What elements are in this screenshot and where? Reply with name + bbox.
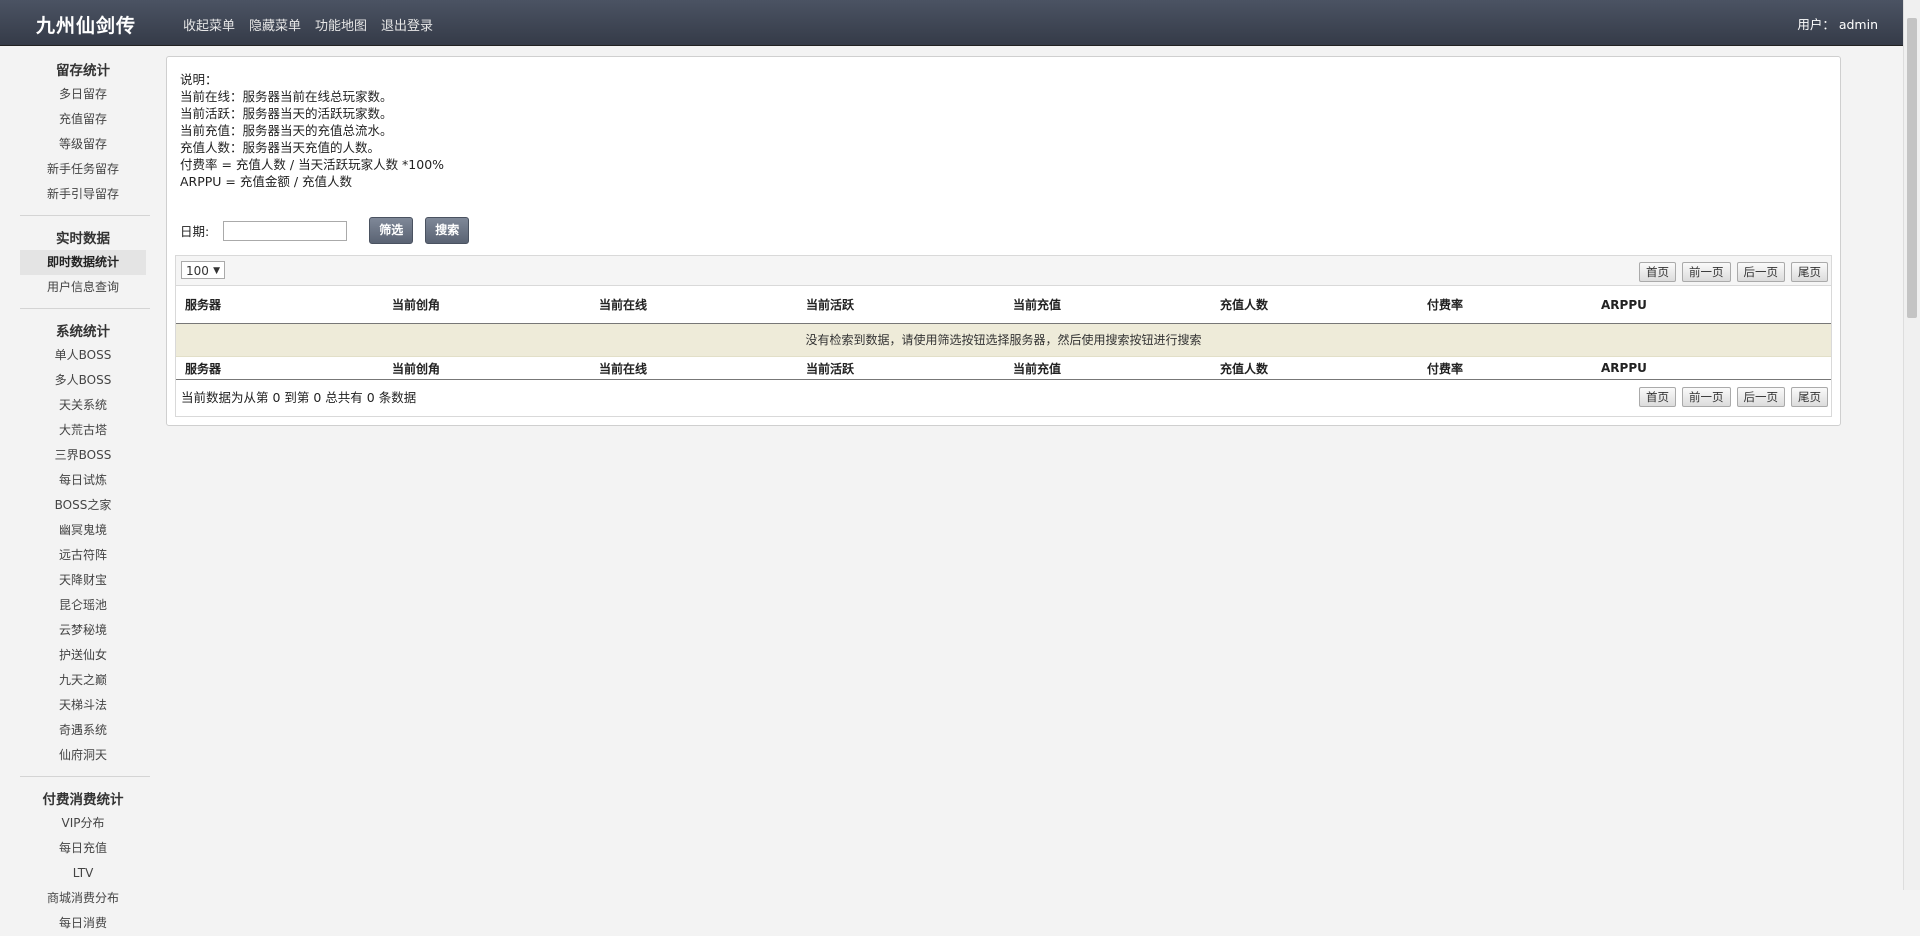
- sidebar-item[interactable]: 单人BOSS: [20, 343, 146, 368]
- prev-page-button[interactable]: 前一页: [1682, 262, 1731, 282]
- date-label: 日期:: [180, 224, 210, 239]
- top-nav: 收起菜单 隐藏菜单 功能地图 退出登录: [183, 15, 433, 34]
- sidebar-group-title[interactable]: 留存统计: [0, 60, 166, 82]
- table-info-bar: 当前数据为从第 0 到第 0 总共有 0 条数据 首页 前一页 后一页 尾页: [176, 380, 1831, 412]
- sidebar-item[interactable]: 天降财宝: [20, 568, 146, 593]
- sidebar-item[interactable]: 每日消费: [20, 911, 146, 936]
- table-header: 服务器 当前创角 当前在线 当前活跃 当前充值 充值人数 付费率 ARPPU: [176, 286, 1831, 324]
- nav-hide-menu[interactable]: 隐藏菜单: [249, 15, 301, 34]
- last-page-button[interactable]: 尾页: [1791, 262, 1828, 282]
- sidebar-item[interactable]: 新手任务留存: [20, 157, 146, 182]
- sidebar-item[interactable]: 护送仙女: [20, 643, 146, 668]
- column-header[interactable]: 当前在线: [590, 296, 797, 313]
- sidebar-item[interactable]: 三界BOSS: [20, 443, 146, 468]
- next-page-button[interactable]: 后一页: [1736, 262, 1785, 282]
- main-panel: 说明： 当前在线：服务器当前在线总玩家数。 当前活跃：服务器当天的活跃玩家数。 …: [166, 56, 1841, 426]
- table-toolbar-top: 100 ▼ 首页 前一页 后一页 尾页: [176, 256, 1831, 286]
- record-count-info: 当前数据为从第 0 到第 0 总共有 0 条数据: [181, 390, 417, 405]
- column-footer: 充值人数: [1220, 361, 1269, 376]
- pager-top: 首页 前一页 后一页 尾页: [1639, 262, 1828, 282]
- sidebar-item[interactable]: 每日试炼: [20, 468, 146, 493]
- sidebar-group-title[interactable]: 实时数据: [0, 228, 166, 250]
- description-line: 当前活跃：服务器当天的活跃玩家数。: [180, 106, 393, 121]
- sidebar-item[interactable]: 每日充值: [20, 836, 146, 861]
- top-bar: 九州仙剑传 收起菜单 隐藏菜单 功能地图 退出登录 用户： admin: [0, 0, 1904, 46]
- page-size-value: 100: [186, 264, 209, 278]
- sidebar-divider: [20, 776, 150, 777]
- filter-bar: 日期: 筛选 搜索: [180, 217, 470, 244]
- sidebar-item-active[interactable]: 即时数据统计: [20, 250, 146, 275]
- column-footer: 当前充值: [1013, 361, 1062, 376]
- nav-logout[interactable]: 退出登录: [381, 15, 433, 34]
- sidebar-item[interactable]: 天关系统: [20, 393, 146, 418]
- chevron-down-icon: ▼: [213, 266, 220, 276]
- date-input[interactable]: [223, 220, 348, 241]
- sidebar-item[interactable]: 充值留存: [20, 107, 146, 132]
- sidebar-item[interactable]: VIP分布: [20, 811, 146, 836]
- column-footer: 当前活跃: [806, 361, 855, 376]
- column-header[interactable]: 当前充值: [1004, 296, 1211, 313]
- data-table: 100 ▼ 首页 前一页 后一页 尾页 服务器 当前创角 当前在线 当前活跃 当…: [175, 255, 1832, 417]
- sidebar-item[interactable]: 多人BOSS: [20, 368, 146, 393]
- column-header[interactable]: 充值人数: [1211, 296, 1418, 313]
- user-label: 用户：: [1797, 17, 1835, 32]
- page-size-select[interactable]: 100 ▼: [181, 261, 225, 279]
- column-footer: 当前创角: [392, 361, 441, 376]
- sidebar-item[interactable]: 远古符阵: [20, 543, 146, 568]
- column-header[interactable]: 付费率: [1418, 296, 1592, 313]
- sidebar-item[interactable]: LTV: [20, 861, 146, 886]
- sidebar-item[interactable]: 用户信息查询: [20, 275, 146, 300]
- sidebar-divider: [20, 215, 150, 216]
- column-header[interactable]: 当前创角: [383, 296, 590, 313]
- sidebar-group-title[interactable]: 系统统计: [0, 321, 166, 343]
- brand-title: 九州仙剑传: [36, 15, 137, 37]
- prev-page-button[interactable]: 前一页: [1682, 387, 1731, 407]
- column-header[interactable]: 服务器: [176, 296, 383, 313]
- description-line: 充值人数：服务器当天充值的人数。: [180, 140, 381, 155]
- scrollbar-thumb[interactable]: [1907, 18, 1917, 318]
- first-page-button[interactable]: 首页: [1639, 262, 1676, 282]
- description-line: 说明：: [180, 72, 218, 87]
- description-line: ARPPU = 充值金额 / 充值人数: [180, 174, 353, 189]
- sidebar-item[interactable]: 大荒古塔: [20, 418, 146, 443]
- user-name: admin: [1838, 17, 1878, 32]
- pager-bottom: 首页 前一页 后一页 尾页: [1639, 387, 1828, 407]
- sidebar-item[interactable]: 多日留存: [20, 82, 146, 107]
- filter-button[interactable]: 筛选: [369, 217, 414, 244]
- table-footer: 服务器 当前创角 当前在线 当前活跃 当前充值 充值人数 付费率 ARPPU: [176, 357, 1831, 380]
- sidebar-divider: [20, 308, 150, 309]
- column-header[interactable]: ARPPU: [1592, 298, 1842, 312]
- description-line: 付费率 = 充值人数 / 当天活跃玩家人数 *100%: [180, 157, 445, 172]
- sidebar: 留存统计 多日留存 充值留存 等级留存 新手任务留存 新手引导留存 实时数据 即…: [0, 46, 166, 936]
- description-block: 说明： 当前在线：服务器当前在线总玩家数。 当前活跃：服务器当天的活跃玩家数。 …: [180, 71, 444, 190]
- description-line: 当前充值：服务器当天的充值总流水。: [180, 123, 393, 138]
- search-button[interactable]: 搜索: [425, 217, 470, 244]
- user-info: 用户： admin: [1797, 14, 1878, 33]
- sidebar-item[interactable]: 奇遇系统: [20, 718, 146, 743]
- next-page-button[interactable]: 后一页: [1736, 387, 1785, 407]
- column-footer: 当前在线: [599, 361, 648, 376]
- column-footer: 服务器: [185, 361, 222, 376]
- sidebar-item[interactable]: 云梦秘境: [20, 618, 146, 643]
- nav-collapse-menu[interactable]: 收起菜单: [183, 15, 235, 34]
- column-header[interactable]: 当前活跃: [797, 296, 1004, 313]
- sidebar-group-title[interactable]: 付费消费统计: [0, 789, 166, 811]
- first-page-button[interactable]: 首页: [1639, 387, 1676, 407]
- sidebar-item[interactable]: 等级留存: [20, 132, 146, 157]
- column-footer: 付费率: [1427, 361, 1464, 376]
- sidebar-item[interactable]: 天梯斗法: [20, 693, 146, 718]
- sidebar-item[interactable]: 昆仑瑶池: [20, 593, 146, 618]
- empty-table-message: 没有检索到数据，请使用筛选按钮选择服务器，然后使用搜索按钮进行搜索: [176, 324, 1831, 357]
- nav-function-map[interactable]: 功能地图: [315, 15, 367, 34]
- sidebar-item[interactable]: 新手引导留存: [20, 182, 146, 207]
- description-line: 当前在线：服务器当前在线总玩家数。: [180, 89, 393, 104]
- sidebar-item[interactable]: 仙府洞天: [20, 743, 146, 768]
- page-scrollbar[interactable]: [1903, 0, 1920, 890]
- sidebar-item[interactable]: 九天之巅: [20, 668, 146, 693]
- last-page-button[interactable]: 尾页: [1791, 387, 1828, 407]
- sidebar-item[interactable]: 幽冥鬼境: [20, 518, 146, 543]
- sidebar-item[interactable]: BOSS之家: [20, 493, 146, 518]
- column-footer: ARPPU: [1601, 361, 1647, 375]
